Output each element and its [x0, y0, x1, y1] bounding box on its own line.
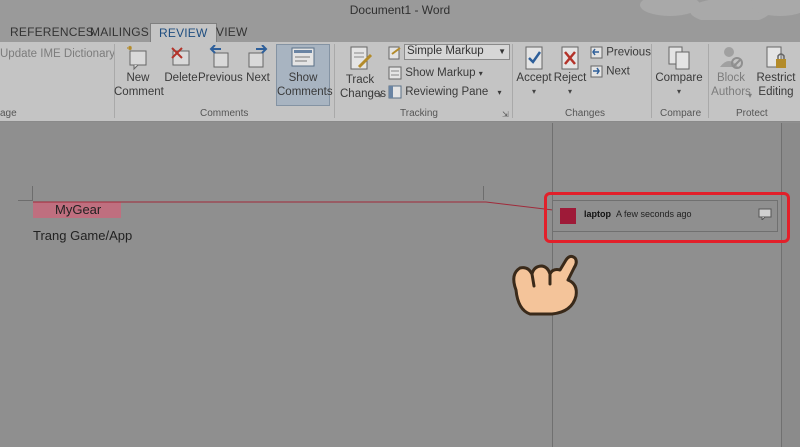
previous-change-button[interactable]: Previous [590, 46, 651, 62]
comment-highlight-box [544, 192, 790, 243]
compare-button[interactable]: Compare ▾ [653, 45, 705, 97]
previous-change-icon [590, 46, 603, 59]
new-comment-icon [127, 45, 147, 71]
new-comment-button[interactable]: New Comment [114, 45, 164, 99]
document-area: MyGear Trang Game/App laptop A few secon… [0, 123, 800, 447]
group-label-changes: Changes [565, 108, 606, 119]
reject-icon [561, 46, 579, 70]
show-markup-icon [388, 66, 402, 80]
reviewing-pane-icon [388, 85, 402, 99]
markup-select[interactable]: Simple Markup ▼ [404, 44, 510, 60]
ribbon-review: Update IME Dictionary age New Comment De… [0, 42, 800, 122]
chevron-down-icon: ▾ [378, 91, 383, 100]
next-comment-icon [248, 45, 268, 68]
track-changes-button[interactable]: Track Changes [336, 45, 386, 101]
previous-comment-button[interactable]: Previous [198, 45, 243, 85]
chevron-down-icon: ▾ [567, 87, 572, 96]
group-separator [512, 44, 513, 118]
group-separator [651, 44, 652, 118]
show-comments-button[interactable]: Show Comments [276, 44, 333, 106]
reviewing-pane-button[interactable]: Reviewing Pane ▾ [388, 85, 502, 101]
pointing-hand-icon [512, 254, 578, 316]
restrict-editing-button[interactable]: Restrict Editing [754, 45, 798, 99]
group-label-language: age [0, 108, 17, 119]
window-title: Document1 - Word [349, 3, 451, 17]
next-comment-button[interactable]: Next [242, 45, 274, 85]
tab-view[interactable]: VIEW [208, 23, 255, 42]
chevron-down-icon: ▾ [478, 69, 483, 79]
chevron-down-icon: ▾ [497, 88, 502, 98]
group-label-tracking: Tracking [400, 108, 438, 119]
previous-comment-icon [209, 45, 229, 68]
group-label-protect: Protect [736, 108, 768, 119]
compare-icon [668, 46, 690, 70]
track-changes-icon [350, 46, 373, 70]
delete-comment-icon [171, 47, 190, 66]
chevron-down-icon: ▾ [676, 87, 681, 96]
tab-mailings[interactable]: MAILINGS [82, 23, 157, 42]
chevron-down-icon: ▾ [748, 91, 753, 100]
tab-review[interactable]: REVIEW [150, 23, 217, 42]
show-markup-button[interactable]: Show Markup ▾ [388, 66, 483, 82]
next-change-icon [590, 65, 603, 78]
title-bar: Document1 - Word [0, 0, 800, 24]
delete-comment-button[interactable]: Delete [162, 45, 200, 85]
block-authors-icon [720, 47, 743, 69]
comment-connector-line [33, 201, 554, 211]
accept-button[interactable]: Accept ▾ [516, 45, 552, 97]
reject-button[interactable]: Reject ▾ [552, 45, 588, 97]
update-ime-dictionary-button[interactable]: Update IME Dictionary [0, 47, 115, 61]
chevron-down-icon: ▼ [498, 47, 506, 56]
dialog-launcher-icon[interactable]: ⇲ [502, 110, 509, 119]
chevron-down-icon: ▾ [531, 87, 536, 96]
show-comments-icon [291, 47, 315, 67]
group-separator [334, 44, 335, 118]
next-change-button[interactable]: Next [590, 65, 630, 81]
lock-icon [766, 46, 786, 68]
group-label-comments: Comments [200, 108, 249, 119]
ribbon-tabs: REFERENCES MAILINGS REVIEW VIEW [0, 20, 800, 42]
accept-icon [525, 46, 543, 70]
group-label-compare: Compare [660, 108, 702, 119]
markup-icon [388, 46, 401, 60]
